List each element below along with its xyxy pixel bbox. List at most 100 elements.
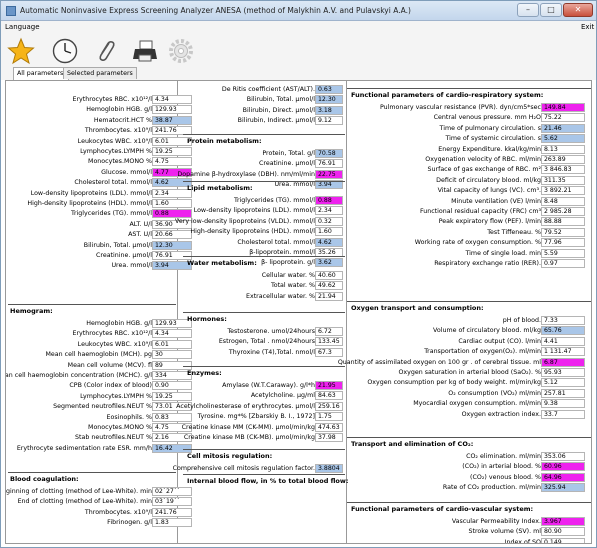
parameter-value[interactable]: 67.3 [315, 347, 343, 357]
parameter-value[interactable]: 133.45 [315, 337, 343, 347]
parameter-value[interactable]: 5.12 [541, 378, 585, 388]
parameter-value[interactable]: 241.76 [152, 507, 192, 517]
parameter-value[interactable]: 149.84 [541, 103, 585, 112]
parameter-value[interactable]: 325.94 [541, 483, 585, 493]
parameter-value[interactable]: 8.48 [541, 196, 585, 206]
parameter-value[interactable]: 3.967 [541, 517, 585, 526]
parameter-value[interactable]: 0.32 [315, 216, 343, 226]
parameter-label: Cellular water. % [261, 272, 315, 279]
parameter-row: O₂ consumption (VO₂) ml/min 257.81 [345, 388, 589, 398]
parameter-value[interactable]: 334 [152, 371, 192, 380]
parameter-value[interactable]: 33.7 [541, 409, 585, 419]
parameter-value[interactable]: 1.60 [315, 227, 343, 237]
parameter-value[interactable]: 7.33 [541, 316, 585, 325]
menu-bar: Language Exit [1, 21, 596, 33]
parameter-value[interactable]: 263.89 [541, 155, 585, 164]
parameter-label: Transportation of oxygen(O₂). ml/min [424, 348, 541, 356]
parameter-value[interactable]: 60.96 [541, 462, 585, 472]
parameter-value[interactable]: 21.95 [315, 381, 343, 390]
clock-icon[interactable] [49, 35, 81, 67]
parameter-value[interactable]: 257.81 [541, 388, 585, 398]
parameter-value[interactable]: 02`27`` [152, 487, 192, 496]
parameter-value[interactable]: 0.97 [541, 259, 585, 268]
parameter-value[interactable]: 6.72 [315, 327, 343, 336]
parameter-value[interactable]: 5.59 [541, 248, 585, 258]
parameter-label: Protein, Total. g/l [262, 150, 315, 157]
parameter-value[interactable]: 03`19`` [152, 497, 192, 507]
parameter-value[interactable]: 6.87 [541, 357, 585, 367]
parameter-value[interactable]: 37.98 [315, 433, 343, 442]
parameter-value[interactable]: 2.34 [315, 206, 343, 216]
parameter-value[interactable]: 259.16 [315, 401, 343, 411]
parameter-value[interactable]: 9.12 [315, 116, 343, 126]
parameter-value[interactable]: 21.46 [541, 123, 585, 133]
parameter-value[interactable]: 75.22 [541, 113, 585, 123]
parameter-value[interactable]: 40.60 [315, 271, 343, 280]
section-divider [183, 474, 345, 475]
parameter-row: Cholesterol total. mmol/l 4.62 [6, 178, 196, 188]
parameter-value[interactable]: 353.06 [541, 452, 585, 461]
parameter-label: Creatine kinase MM (CK-MM). µmol/min/kg [181, 423, 315, 431]
parameter-value[interactable]: 21.94 [315, 291, 343, 301]
section-title: Cell mitosis regulation: [187, 452, 273, 460]
parameter-value[interactable]: 4.62 [315, 237, 343, 247]
parameter-label: Mean cell haemoglobin (MCH). pg [45, 351, 152, 359]
tab-strip: All parameters: Selected parameters [1, 67, 596, 80]
tab-all-parameters[interactable]: All parameters: [13, 67, 70, 80]
parameter-value[interactable]: 5.62 [541, 134, 585, 144]
parameter-row: Peak expiratory flow (PEF). l/min 88.88 [345, 217, 589, 227]
parameter-row: Oxygen extraction index. 33.7 [345, 409, 589, 419]
parameter-value[interactable]: 311.35 [541, 175, 585, 185]
parameter-value[interactable]: 76.91 [315, 159, 343, 169]
parameter-value[interactable]: 12.30 [315, 95, 343, 105]
parameter-value[interactable]: 8.13 [541, 144, 585, 154]
parameter-value[interactable]: 4.41 [541, 336, 585, 346]
parameter-value[interactable]: 64.96 [541, 472, 585, 482]
parameter-value[interactable]: 95.93 [541, 368, 585, 377]
parameter-value[interactable]: 80.90 [541, 527, 585, 537]
parameter-value[interactable]: 70.58 [315, 149, 343, 158]
paperclip-icon[interactable] [89, 35, 121, 67]
printer-icon[interactable] [129, 35, 161, 67]
parameter-value[interactable]: 22.75 [315, 169, 343, 179]
parameter-label: Leukocytes WBC. x10⁹/l [77, 137, 152, 145]
parameter-label: Mean cell haemoglobin concentration (MCH… [5, 372, 152, 379]
parameter-value[interactable]: 2 985.28 [541, 207, 585, 216]
parameter-value[interactable]: 6.01 [152, 136, 192, 146]
tab-selected-parameters[interactable]: Selected parameters [63, 67, 137, 79]
parameter-value[interactable]: 1.75 [315, 412, 343, 422]
parameter-value[interactable]: 0.63 [315, 85, 343, 94]
parameter-value[interactable]: 0.88 [315, 196, 343, 205]
close-button[interactable]: ✕ [563, 3, 593, 17]
parameter-value[interactable]: 1.83 [152, 518, 192, 528]
parameter-value[interactable]: 9.38 [541, 399, 585, 409]
parameter-value[interactable]: 3 846.83 [541, 165, 585, 175]
parameter-value[interactable]: 79.52 [541, 227, 585, 237]
parameter-row: Volume of circulatory blood. ml/kg 65.76 [345, 326, 589, 336]
menu-language[interactable]: Language [5, 23, 40, 31]
parameter-value[interactable]: 0.149 [541, 537, 585, 543]
parameter-value[interactable]: 49.62 [315, 281, 343, 291]
parameter-value[interactable]: 3.18 [315, 105, 343, 115]
parameter-label: Quantity of assimilated oxygen on 100 gr… [337, 358, 541, 366]
parameter-value[interactable]: 84.63 [315, 391, 343, 401]
parameter-row: Pulmonary vascular resistance (PVR). dyn… [345, 103, 589, 112]
gear-icon[interactable] [165, 35, 197, 67]
parameter-label: Working rate of oxygen consumption. % [414, 239, 541, 247]
parameter-value[interactable]: 65.76 [541, 326, 585, 336]
parameter-value[interactable]: 77.96 [541, 238, 585, 248]
parameter-value[interactable]: 3 892.21 [541, 186, 585, 196]
parameter-row: Extracellular water. % 21.94 [181, 291, 347, 301]
parameter-value[interactable]: 88.88 [541, 217, 585, 227]
parameter-label: Respiratory exchange ratio (RER). [434, 260, 541, 267]
parameter-value[interactable]: 1 131.47 [541, 347, 585, 357]
parameter-label: Beginning of clotting (method of Lee-Whi… [5, 488, 152, 495]
parameter-value[interactable]: 474.63 [315, 422, 343, 432]
parameter-value[interactable]: 3.62 [315, 258, 343, 268]
parameter-label: Erythrocytes RBC. x10¹²/l [72, 96, 152, 103]
star-icon[interactable] [5, 35, 37, 67]
menu-exit[interactable]: Exit [581, 23, 594, 31]
parameter-value[interactable]: 3.8804 [315, 464, 343, 473]
minimize-button[interactable]: – [517, 3, 539, 17]
maximize-button[interactable]: □ [540, 3, 562, 17]
